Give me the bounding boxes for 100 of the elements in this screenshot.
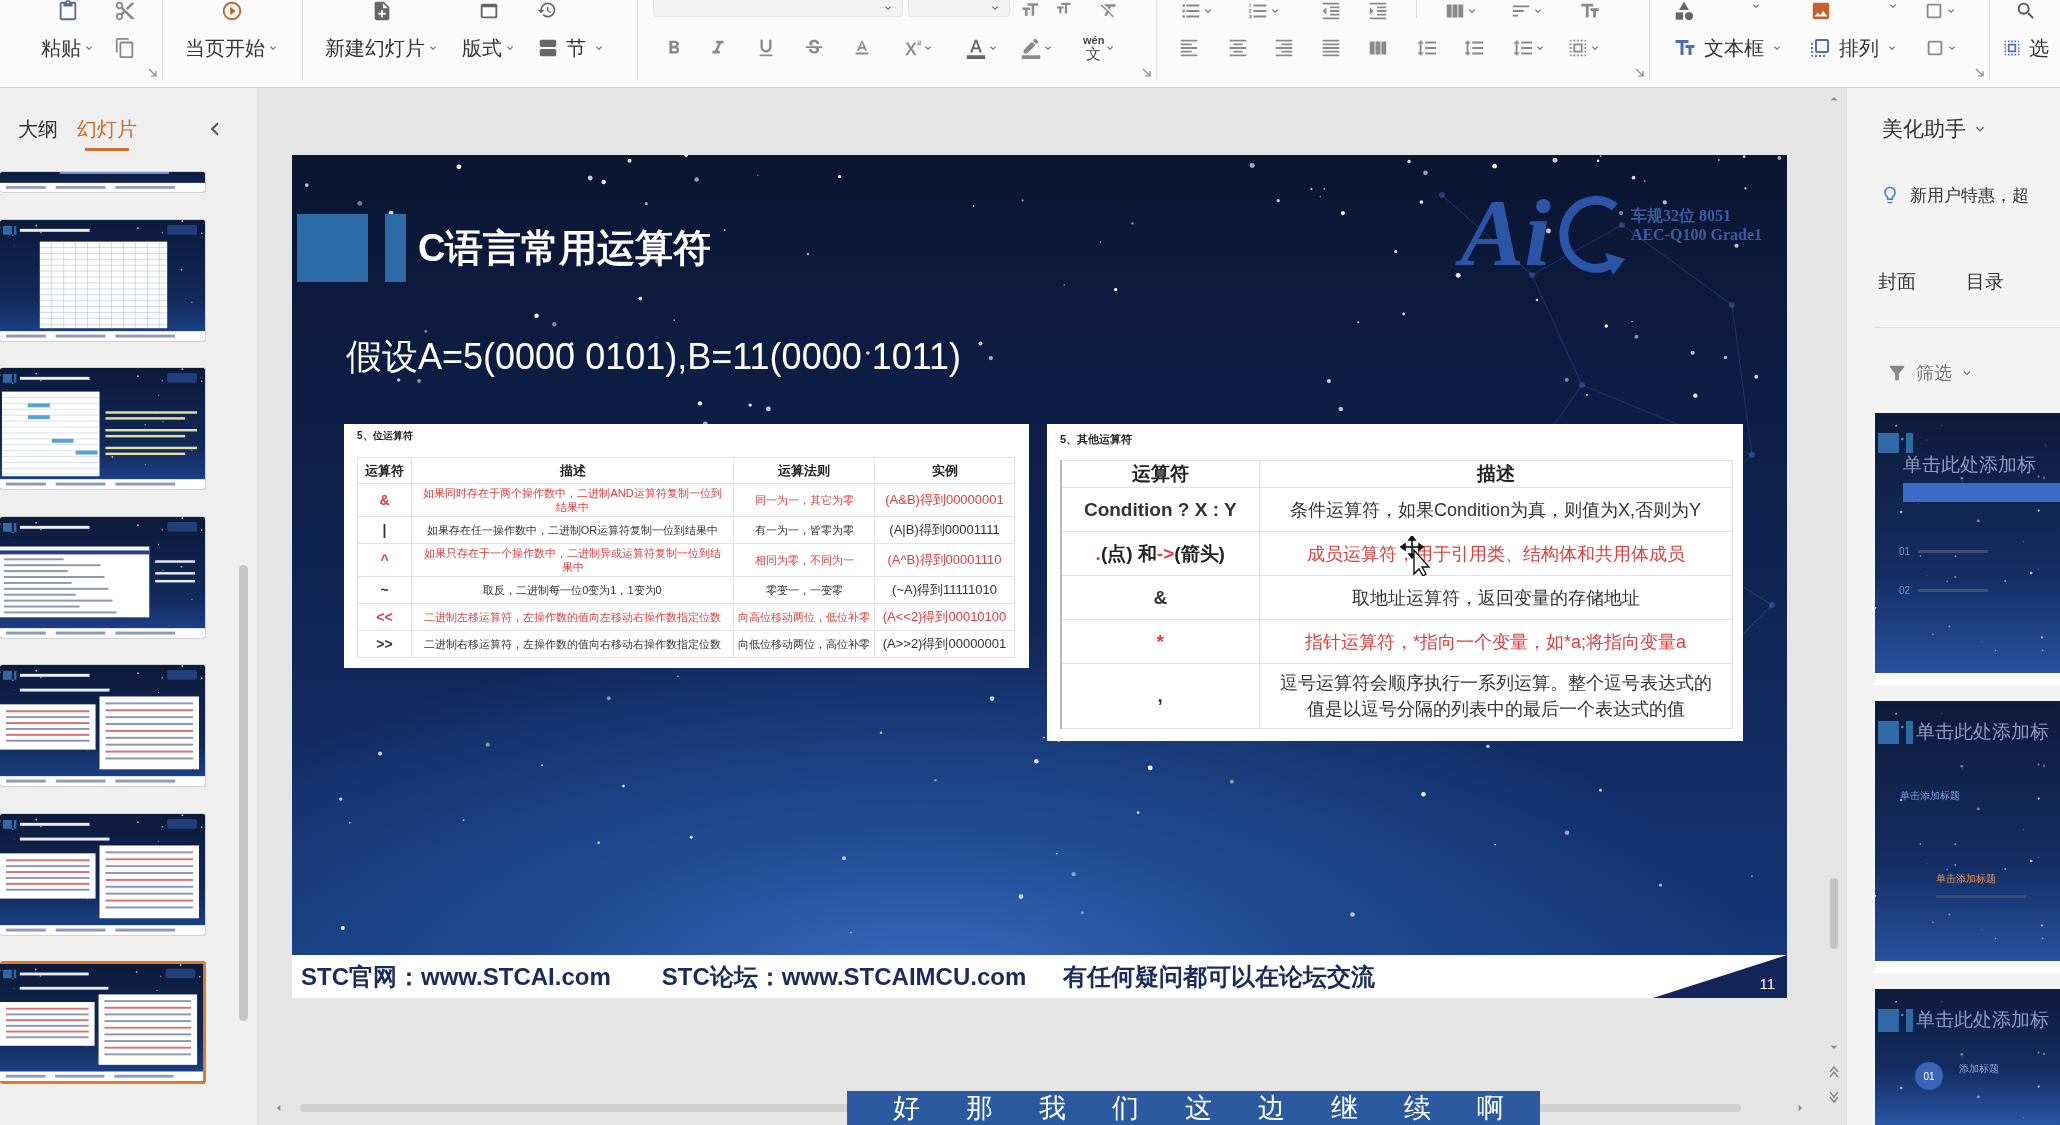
font-name-field[interactable] <box>653 0 903 17</box>
slideshow-button[interactable]: 当页开始 <box>185 0 279 62</box>
filter-button[interactable]: 筛选 <box>1886 361 1974 385</box>
section-icon <box>537 37 559 59</box>
text-placeholder-line <box>1918 549 1989 553</box>
template-thumbnail[interactable]: 单击此处添加标 01 添加标题 <box>1875 989 2060 1125</box>
table-cell: & <box>357 483 412 517</box>
image-icon[interactable] <box>1810 0 1832 22</box>
section-button[interactable]: 节 <box>537 34 605 62</box>
panel-tab[interactable]: 大纲 <box>18 116 58 151</box>
previous-page-icon[interactable] <box>1828 1065 1840 1079</box>
footer-text: STC论坛：www.STCAIMCU.com <box>661 961 1027 992</box>
item-number: 02 <box>1899 584 1911 596</box>
footer-text: 有任何疑问都可以在论坛交流 <box>1063 961 1376 992</box>
font-size-field[interactable] <box>908 0 1010 17</box>
restore-icon[interactable] <box>537 0 557 20</box>
slide-thumbnail[interactable] <box>0 515 206 639</box>
template-label: 单击添加标题 <box>1900 789 1960 803</box>
scrollbar-thumb[interactable] <box>239 565 248 1021</box>
align-justify-icon[interactable] <box>1320 37 1342 59</box>
highlighter-icon[interactable] <box>1020 37 1042 59</box>
table-cell: (A^B)得到00001110 <box>874 543 1015 577</box>
dialog-launcher-icon[interactable] <box>1975 68 1984 77</box>
align-center-icon[interactable] <box>1227 37 1249 59</box>
template-thumbnail[interactable]: 单击此处添加标 01 02 <box>1875 413 2060 685</box>
spacing-after-icon[interactable] <box>1463 37 1485 59</box>
dialog-launcher-icon[interactable] <box>1142 68 1151 77</box>
column-header: 运算符 <box>357 457 412 484</box>
table-cell: 指针运算符，*指向一个变量，如*a;将指向变量a <box>1259 619 1732 664</box>
line-spacing-icon[interactable] <box>1512 37 1534 59</box>
table-cell: 零变一，一变零 <box>733 576 875 604</box>
align-left-icon[interactable] <box>1178 37 1200 59</box>
table-cell: * <box>1061 619 1259 664</box>
layout-button[interactable]: 版式 <box>462 0 516 62</box>
slide-thumbnail[interactable] <box>0 961 206 1084</box>
play-icon <box>221 0 243 22</box>
accent-bar <box>1906 433 1913 453</box>
table-cell: 取地址运算符，返回变量的存储地址 <box>1259 575 1732 620</box>
table-cell: 逗号运算符会顺序执行一系列运算。整个逗号表达式的值是以逗号分隔的列表中的最后一个表达式的值 <box>1259 663 1732 729</box>
accent-square <box>1878 720 1899 744</box>
increase-indent-icon[interactable] <box>1367 0 1389 22</box>
slide-thumbnail[interactable] <box>0 218 206 342</box>
template-title: 单击此处添加标 <box>1903 453 2036 477</box>
column-header: 描述 <box>1259 460 1732 488</box>
table-cell: 同一为一，其它为零 <box>733 483 875 517</box>
category-tab[interactable]: 封面 <box>1878 269 1916 295</box>
table-cell: ^ <box>357 543 412 577</box>
item-number: 01 <box>1899 545 1911 557</box>
table-cell: 向低位移动两位，高位补零 <box>733 630 875 658</box>
dialog-launcher-icon[interactable] <box>1635 68 1644 77</box>
table-title: 5、其他运算符 <box>1060 432 1134 446</box>
video-subtitle: 好那我们这边继续啊 <box>847 1091 1540 1125</box>
arrange-button[interactable]: 排列 <box>1808 34 1898 62</box>
shapes-icon[interactable] <box>1673 0 1695 22</box>
logo-text: Ai <box>1452 177 1569 289</box>
logo-caption: 车规32位 8051 <box>1630 206 1732 225</box>
new-slide-button[interactable]: 新建幻灯片 <box>325 0 439 62</box>
select-button[interactable]: 选 <box>2002 34 2049 62</box>
table-title: 5、位运算符 <box>357 429 414 443</box>
phonetic-guide-button[interactable]: wén 文 <box>1083 35 1105 61</box>
table-cell: .(点) 和->(箭头) <box>1061 531 1259 576</box>
decrease-indent-icon[interactable] <box>1320 0 1342 22</box>
scrollbar-thumb[interactable] <box>1830 878 1838 949</box>
dialog-launcher-icon[interactable] <box>148 68 157 77</box>
vertical-align-icon[interactable] <box>1567 37 1589 59</box>
slide-thumbnail[interactable] <box>0 812 206 936</box>
copy-icon[interactable] <box>114 37 136 59</box>
slide-thumbnail[interactable] <box>0 171 206 193</box>
column-header: 运算符 <box>1061 460 1259 488</box>
clipboard-icon <box>57 0 79 22</box>
accent-square <box>1878 1008 1899 1032</box>
table-cell: (A<<2)得到00010100 <box>874 603 1015 631</box>
slide-thumbnail[interactable] <box>0 664 206 787</box>
next-page-icon[interactable] <box>1828 1090 1840 1104</box>
table-cell: (A>>2)得到00000001 <box>874 630 1015 658</box>
scissors-icon[interactable] <box>114 0 136 22</box>
align-right-icon[interactable] <box>1273 37 1295 59</box>
spacing-before-icon[interactable] <box>1416 37 1438 59</box>
logo-caption: AEC-Q100 Grade1 <box>1630 225 1762 244</box>
assumption-text: 假设A=5(0000 0101),B=11(0000 1011) <box>345 335 962 379</box>
paste-button[interactable]: 粘贴 <box>41 0 95 62</box>
font-color-icon[interactable] <box>965 37 987 59</box>
table-cell: 取反，二进制每一位0变为1，1变为0 <box>411 576 734 604</box>
table-cell: 如果同时存在于两个操作数中，二进制AND运算符复制一位到结果中 <box>411 483 734 517</box>
template-thumbnail[interactable]: 单击此处添加标 单击添加标题 单击添加标题 <box>1875 701 2060 973</box>
table-cell: (A|B)得到00001111 <box>874 516 1015 544</box>
column-header: 描述 <box>411 457 734 484</box>
text-box-button[interactable]: 文本框 <box>1673 34 1783 62</box>
search-icon[interactable] <box>2015 0 2037 22</box>
arrange-icon <box>1808 36 1832 60</box>
cursor-icon <box>1400 536 1432 576</box>
accent-bar <box>1906 1008 1913 1032</box>
accent-bar <box>385 214 406 282</box>
slide-thumbnail[interactable] <box>0 367 206 490</box>
panel-title-button[interactable]: 美化助手 <box>1882 116 1988 142</box>
promo-link[interactable]: 新用户特惠，超 <box>1910 183 2029 207</box>
table-cell: Condition ? X : Y <box>1061 487 1259 532</box>
accent-square <box>1878 433 1899 453</box>
slide-title: C语言常用运算符 <box>418 225 712 271</box>
category-tab[interactable]: 目录 <box>1966 269 2004 295</box>
